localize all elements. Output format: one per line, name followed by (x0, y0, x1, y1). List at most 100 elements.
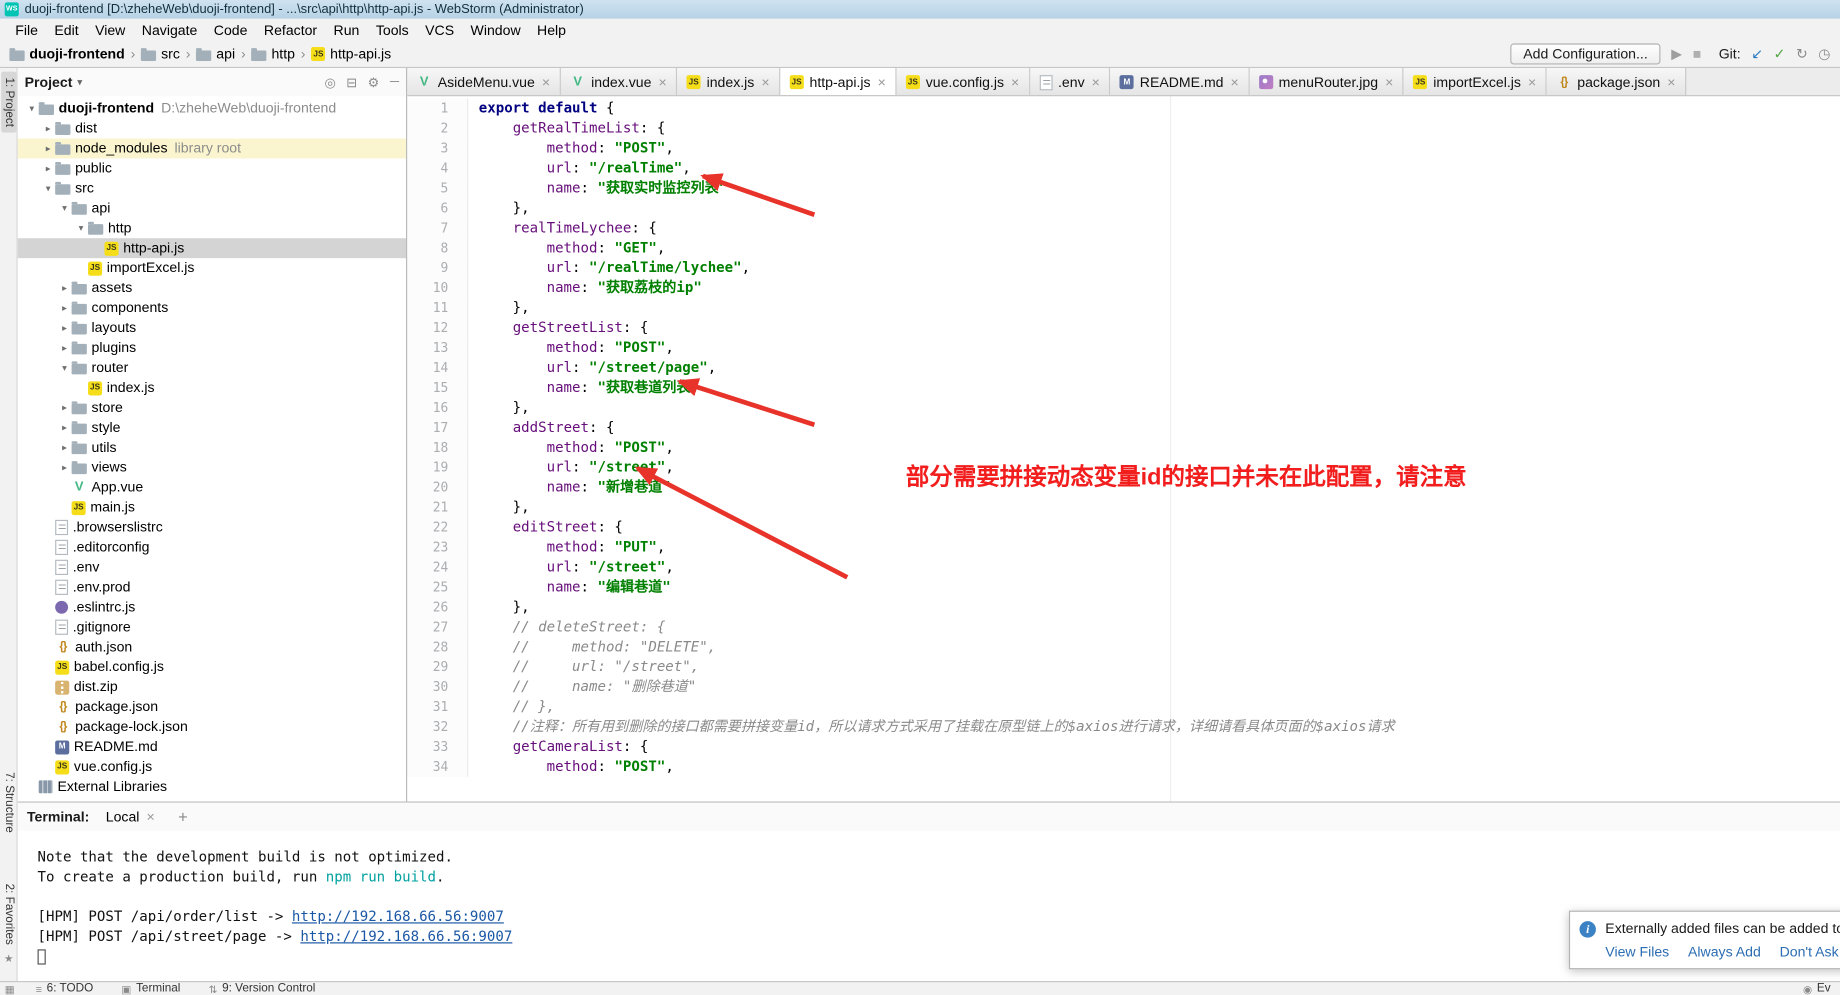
notification-link-always-add[interactable]: Always Add (1688, 943, 1761, 959)
tree-item-.env.prod[interactable]: .env.prod (18, 577, 406, 597)
breadcrumb-item-duoji-frontend[interactable]: duoji-frontend (9, 46, 124, 62)
chevron-right-icon[interactable]: ▸ (41, 138, 55, 158)
chevron-down-icon[interactable]: ▾ (58, 358, 72, 378)
tree-item-package.json[interactable]: {}package.json (18, 697, 406, 717)
close-icon[interactable]: × (1667, 74, 1675, 90)
tree-item-layouts[interactable]: ▸layouts (18, 318, 406, 338)
menu-edit[interactable]: Edit (46, 22, 87, 38)
tree-item-public[interactable]: ▸public (18, 158, 406, 178)
breadcrumb-item-api[interactable]: api (196, 46, 235, 62)
terminal-tab-local[interactable]: Local × (96, 809, 164, 825)
close-icon[interactable]: × (878, 74, 886, 90)
chevron-down-icon[interactable]: ▾ (58, 198, 72, 218)
close-icon[interactable]: × (1528, 74, 1536, 90)
tree-item-utils[interactable]: ▸utils (18, 438, 406, 458)
tab-vue.config.js[interactable]: JSvue.config.js× (896, 68, 1029, 96)
menu-tools[interactable]: Tools (368, 22, 417, 38)
tree-item-README.md[interactable]: MREADME.md (18, 737, 406, 757)
terminal-cursor[interactable] (38, 949, 46, 964)
statusbar-terminal[interactable]: ▣Terminal (121, 983, 180, 995)
tab-AsideMenu.vue[interactable]: VAsideMenu.vue× (407, 68, 560, 96)
tree-item-.eslintrc.js[interactable]: .eslintrc.js (18, 597, 406, 617)
menu-code[interactable]: Code (206, 22, 256, 38)
menu-run[interactable]: Run (325, 22, 367, 38)
tree-item-api[interactable]: ▾api (18, 198, 406, 218)
breadcrumb-item-src[interactable]: src (141, 46, 180, 62)
tab-importExcel.js[interactable]: JSimportExcel.js× (1404, 68, 1547, 96)
event-log-button[interactable]: ◉Ev (1803, 983, 1831, 995)
close-icon[interactable]: × (146, 809, 154, 825)
chevron-right-icon[interactable]: ▸ (58, 298, 72, 318)
code-editor[interactable]: 1export default {2 getRealTimeList: {3 m… (407, 96, 1840, 801)
tree-item-style[interactable]: ▸style (18, 418, 406, 438)
tree-item-.env[interactable]: .env (18, 557, 406, 577)
terminal-link[interactable]: http://192.168.66.56:9007 (292, 908, 504, 924)
tab-package.json[interactable]: {}package.json× (1547, 68, 1686, 96)
menu-file[interactable]: File (7, 22, 46, 38)
tree-item-views[interactable]: ▸views (18, 458, 406, 478)
tree-item-plugins[interactable]: ▸plugins (18, 338, 406, 358)
tree-item-.gitignore[interactable]: .gitignore (18, 617, 406, 637)
close-icon[interactable]: × (1092, 74, 1100, 90)
tab-index.js[interactable]: JSindex.js× (677, 68, 780, 96)
statusbar-6-todo[interactable]: ≡6: TODO (36, 983, 93, 995)
gear-icon[interactable]: ⚙ (368, 75, 380, 90)
tab-menuRouter.jpg[interactable]: menuRouter.jpg× (1249, 68, 1404, 96)
toolwindow-switcher-icon[interactable]: ▦ (5, 983, 15, 995)
notification-link-view-files[interactable]: View Files (1605, 943, 1669, 959)
tree-item-auth.json[interactable]: {}auth.json (18, 637, 406, 657)
tree-item-duoji-frontend[interactable]: ▾duoji-frontendD:\zheheWeb\duoji-fronten… (18, 99, 406, 119)
tree-item-.browserslistrc[interactable]: .browserslistrc (18, 518, 406, 538)
chevron-down-icon[interactable]: ▾ (41, 178, 55, 198)
tree-item-http[interactable]: ▾http (18, 218, 406, 238)
tree-item-router[interactable]: ▾router (18, 358, 406, 378)
hide-panel-icon[interactable]: ─ (390, 75, 399, 90)
close-icon[interactable]: × (1231, 74, 1239, 90)
tree-item-assets[interactable]: ▸assets (18, 278, 406, 298)
tree-item-http-api.js[interactable]: JShttp-api.js (18, 238, 406, 258)
toolwindow-favorites-button[interactable]: 2: Favorites (1, 878, 16, 951)
project-panel-title[interactable]: Project (25, 74, 73, 90)
menu-help[interactable]: Help (529, 22, 574, 38)
stop-icon[interactable]: ■ (1693, 46, 1702, 62)
chevron-right-icon[interactable]: ▸ (58, 278, 72, 298)
tree-item-babel.config.js[interactable]: JSbabel.config.js (18, 657, 406, 677)
chevron-right-icon[interactable]: ▸ (58, 418, 72, 438)
chevron-right-icon[interactable]: ▸ (58, 398, 72, 418)
tree-item-App.vue[interactable]: VApp.vue (18, 478, 406, 498)
chevron-right-icon[interactable]: ▸ (58, 338, 72, 358)
tree-item-main.js[interactable]: JSmain.js (18, 498, 406, 518)
menu-navigate[interactable]: Navigate (134, 22, 206, 38)
locate-file-icon[interactable]: ◎ (324, 75, 335, 90)
collapse-all-icon[interactable]: ⊟ (346, 75, 357, 90)
tab-index.vue[interactable]: Vindex.vue× (561, 68, 678, 96)
run-icon[interactable]: ▶ (1671, 46, 1682, 62)
chevron-down-icon[interactable]: ▾ (77, 76, 82, 89)
git-rollback-icon[interactable]: ↻ (1796, 46, 1808, 62)
git-commit-icon[interactable]: ✓ (1774, 46, 1786, 62)
toolwindow-structure-button[interactable]: 7: Structure (1, 766, 16, 838)
tree-item-index.js[interactable]: JSindex.js (18, 378, 406, 398)
statusbar-9-version-control[interactable]: ⇅9: Version Control (209, 983, 316, 995)
breadcrumb-item-http[interactable]: http (252, 46, 295, 62)
chevron-down-icon[interactable]: ▾ (74, 218, 88, 238)
chevron-right-icon[interactable]: ▸ (58, 438, 72, 458)
notification-link-don-t-ask-agai[interactable]: Don't Ask Agai (1780, 943, 1840, 959)
close-icon[interactable]: × (1011, 74, 1019, 90)
add-configuration-button[interactable]: Add Configuration... (1510, 43, 1660, 64)
chevron-right-icon[interactable]: ▸ (41, 119, 55, 139)
tab-http-api.js[interactable]: JShttp-api.js× (780, 68, 896, 96)
terminal-link[interactable]: http://192.168.66.56:9007 (300, 928, 512, 944)
close-icon[interactable]: × (1385, 74, 1393, 90)
close-icon[interactable]: × (542, 74, 550, 90)
close-icon[interactable]: × (761, 74, 769, 90)
toolwindow-project-button[interactable]: 1: Project (1, 72, 16, 133)
git-update-icon[interactable]: ↙ (1751, 46, 1763, 62)
tree-item-components[interactable]: ▸components (18, 298, 406, 318)
tree-item-store[interactable]: ▸store (18, 398, 406, 418)
menu-window[interactable]: Window (462, 22, 529, 38)
tree-item-node_modules[interactable]: ▸node_moduleslibrary root (18, 138, 406, 158)
tree-item-External Libraries[interactable]: External Libraries (18, 777, 406, 797)
tree-item-src[interactable]: ▾src (18, 178, 406, 198)
menu-view[interactable]: View (87, 22, 134, 38)
